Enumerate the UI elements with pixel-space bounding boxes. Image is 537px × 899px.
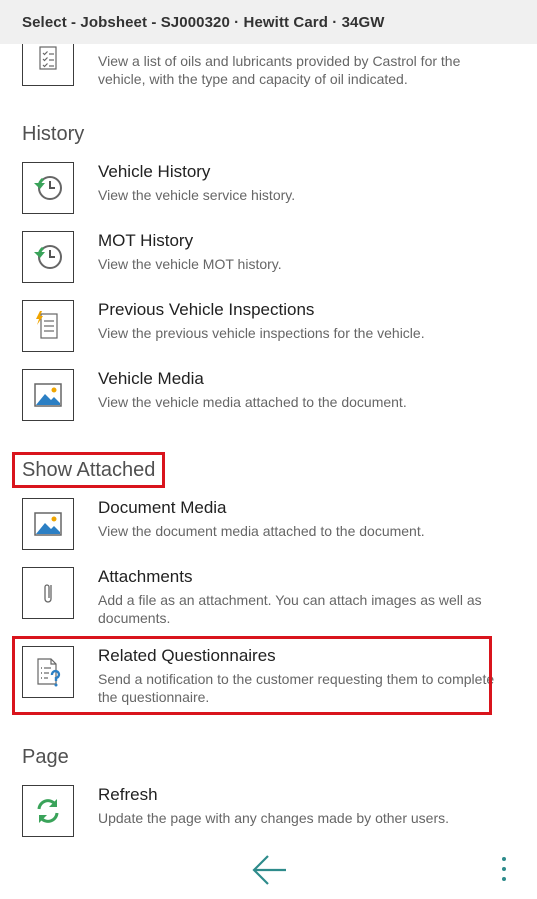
- image-icon: [22, 369, 74, 421]
- refresh-icon: [22, 785, 74, 837]
- item-title: Previous Vehicle Inspections: [98, 300, 315, 319]
- item-title: Document Media: [98, 498, 227, 517]
- history-clock-icon: [22, 231, 74, 283]
- more-vertical-icon[interactable]: [495, 854, 513, 884]
- attachments-item[interactable]: Attachments Add a file as an attachment.…: [22, 567, 492, 627]
- mot-history-item[interactable]: MOT History View the vehicle MOT history…: [22, 231, 492, 291]
- item-title: Vehicle History: [98, 162, 211, 181]
- item-title: Refresh: [98, 785, 158, 804]
- lightning-document-icon: [22, 300, 74, 352]
- vehicle-media-item[interactable]: Vehicle Media View the vehicle media att…: [22, 369, 492, 429]
- item-title: Attachments: [98, 567, 193, 586]
- item-title: Vehicle Media: [98, 369, 204, 388]
- previous-inspections-item[interactable]: Previous Vehicle Inspections View the pr…: [22, 300, 492, 360]
- back-arrow-icon[interactable]: [250, 852, 290, 888]
- section-title-history: History: [22, 123, 85, 145]
- page-title: Select - Jobsheet - SJ000320 · Hewitt Ca…: [22, 14, 385, 31]
- section-title-page: Page: [22, 746, 69, 768]
- item-description: View the vehicle media attached to the d…: [98, 394, 407, 410]
- image-icon: [22, 498, 74, 550]
- history-clock-icon: [22, 162, 74, 214]
- item-description: View a list of oils and lubricants provi…: [98, 53, 461, 87]
- item-description: Add a file as an attachment. You can att…: [98, 592, 482, 626]
- vehicle-history-item[interactable]: Vehicle History View the vehicle service…: [22, 162, 492, 222]
- item-description: View the document media attached to the …: [98, 523, 425, 539]
- item-description: View the vehicle service history.: [98, 187, 296, 203]
- item-description: View the previous vehicle inspections fo…: [98, 325, 425, 341]
- page-header: Select - Jobsheet - SJ000320 · Hewitt Ca…: [0, 0, 537, 44]
- item-title: MOT History: [98, 231, 194, 250]
- item-description: View the vehicle MOT history.: [98, 256, 282, 272]
- document-media-item[interactable]: Document Media View the document media a…: [22, 498, 492, 558]
- refresh-item[interactable]: Refresh Update the page with any changes…: [22, 785, 492, 845]
- paperclip-icon: [22, 567, 74, 619]
- item-description: Update the page with any changes made by…: [98, 810, 449, 826]
- action-list: View a list of oils and lubricants provi…: [0, 0, 537, 899]
- highlight-box-related-questionnaires: [12, 636, 492, 715]
- highlight-box-show-attached: [12, 452, 165, 488]
